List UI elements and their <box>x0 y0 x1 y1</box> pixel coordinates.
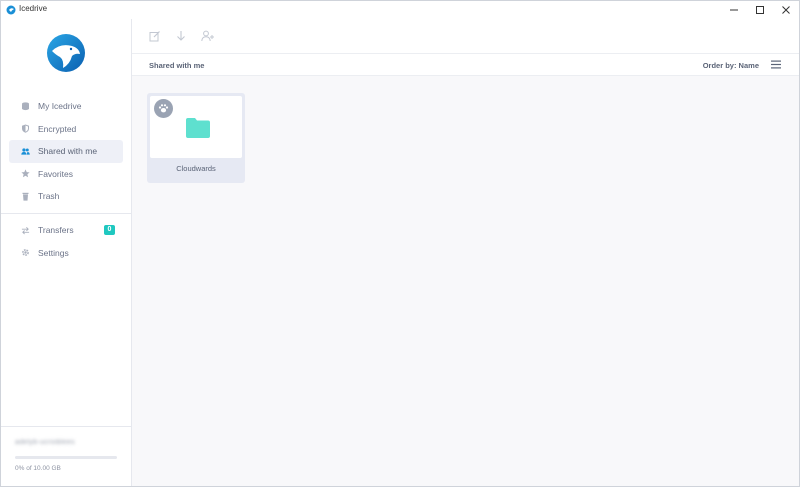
rename-button[interactable] <box>147 28 163 44</box>
paw-icon <box>158 104 169 113</box>
edit-icon <box>149 31 160 42</box>
download-icon <box>177 31 185 41</box>
sidebar-item-label: Encrypted <box>38 123 77 134</box>
content-header: Shared with me Order by: Name <box>132 54 799 76</box>
maximize-button[interactable] <box>747 1 773 19</box>
minimize-icon <box>730 9 738 11</box>
users-icon <box>21 147 30 156</box>
main-content: Shared with me Order by: Name Cloudwards <box>132 19 799 486</box>
trash-icon <box>21 192 30 201</box>
minimize-button[interactable] <box>721 1 747 19</box>
sidebar-item-shared-with-me[interactable]: Shared with me <box>9 140 123 163</box>
folder-card[interactable]: Cloudwards <box>147 93 245 183</box>
sidebar-item-settings[interactable]: Settings <box>9 242 123 265</box>
sidebar: My Icedrive Encrypted Shared with me Fav… <box>1 19 132 486</box>
maximize-icon <box>756 6 764 14</box>
sidebar-item-encrypted[interactable]: Encrypted <box>9 118 123 141</box>
sidebar-item-transfers[interactable]: Transfers 0 <box>9 219 123 242</box>
account-email: adelyb-ucroiblees <box>15 439 75 446</box>
folder-icon <box>186 118 210 138</box>
owner-avatar <box>154 99 173 118</box>
sidebar-item-label: My Icedrive <box>38 101 82 112</box>
sidebar-item-label: Shared with me <box>38 146 98 157</box>
gear-icon <box>21 248 30 257</box>
sidebar-item-label: Transfers <box>38 225 74 236</box>
add-user-icon <box>201 30 214 42</box>
storage-panel: adelyb-ucroiblees 0% of 10.00 GB <box>1 426 131 486</box>
sidebar-item-my-icedrive[interactable]: My Icedrive <box>9 95 123 118</box>
order-by-dropdown[interactable]: Order by: Name <box>703 61 759 70</box>
primary-nav: My Icedrive Encrypted Shared with me Fav… <box>9 95 123 208</box>
shield-icon <box>21 124 30 133</box>
sidebar-item-label: Settings <box>38 247 69 258</box>
secondary-nav: Transfers 0 Settings <box>9 219 123 264</box>
database-icon <box>21 102 30 111</box>
icedrive-logo <box>47 34 85 72</box>
storage-usage-bar <box>15 456 117 459</box>
sidebar-item-favorites[interactable]: Favorites <box>9 163 123 186</box>
share-button[interactable] <box>200 28 216 44</box>
app-window: Icedrive My Icedrive Encrypted Shared wi… <box>0 0 800 487</box>
window-title: Icedrive <box>19 4 48 13</box>
close-button[interactable] <box>773 1 799 19</box>
list-view-icon[interactable] <box>771 60 781 69</box>
folder-thumbnail <box>150 96 242 158</box>
toolbar <box>132 19 799 54</box>
title-bar: Icedrive <box>1 1 799 19</box>
transfer-icon <box>21 226 30 235</box>
close-icon <box>782 6 790 14</box>
sidebar-item-label: Favorites <box>38 168 73 179</box>
transfers-count-badge: 0 <box>104 225 115 235</box>
sidebar-item-trash[interactable]: Trash <box>9 185 123 208</box>
sidebar-item-label: Trash <box>38 191 60 202</box>
storage-usage-text: 0% of 10.00 GB <box>15 465 61 472</box>
download-button[interactable] <box>173 28 189 44</box>
icedrive-logo-icon <box>6 5 16 15</box>
star-icon <box>21 169 30 178</box>
folder-name: Cloudwards <box>176 164 216 173</box>
breadcrumb: Shared with me <box>149 61 205 70</box>
sidebar-divider <box>1 213 131 214</box>
